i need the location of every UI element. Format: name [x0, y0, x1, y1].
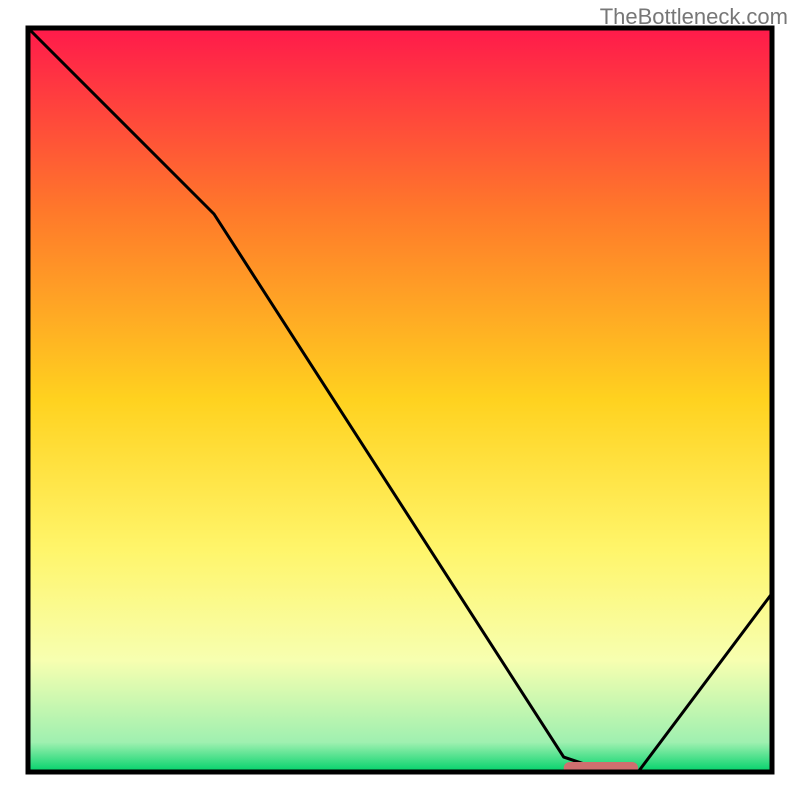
plot-area — [28, 28, 772, 774]
chart-container: TheBottleneck.com — [0, 0, 800, 800]
bottleneck-chart — [0, 0, 800, 800]
attribution-text: TheBottleneck.com — [600, 4, 788, 30]
